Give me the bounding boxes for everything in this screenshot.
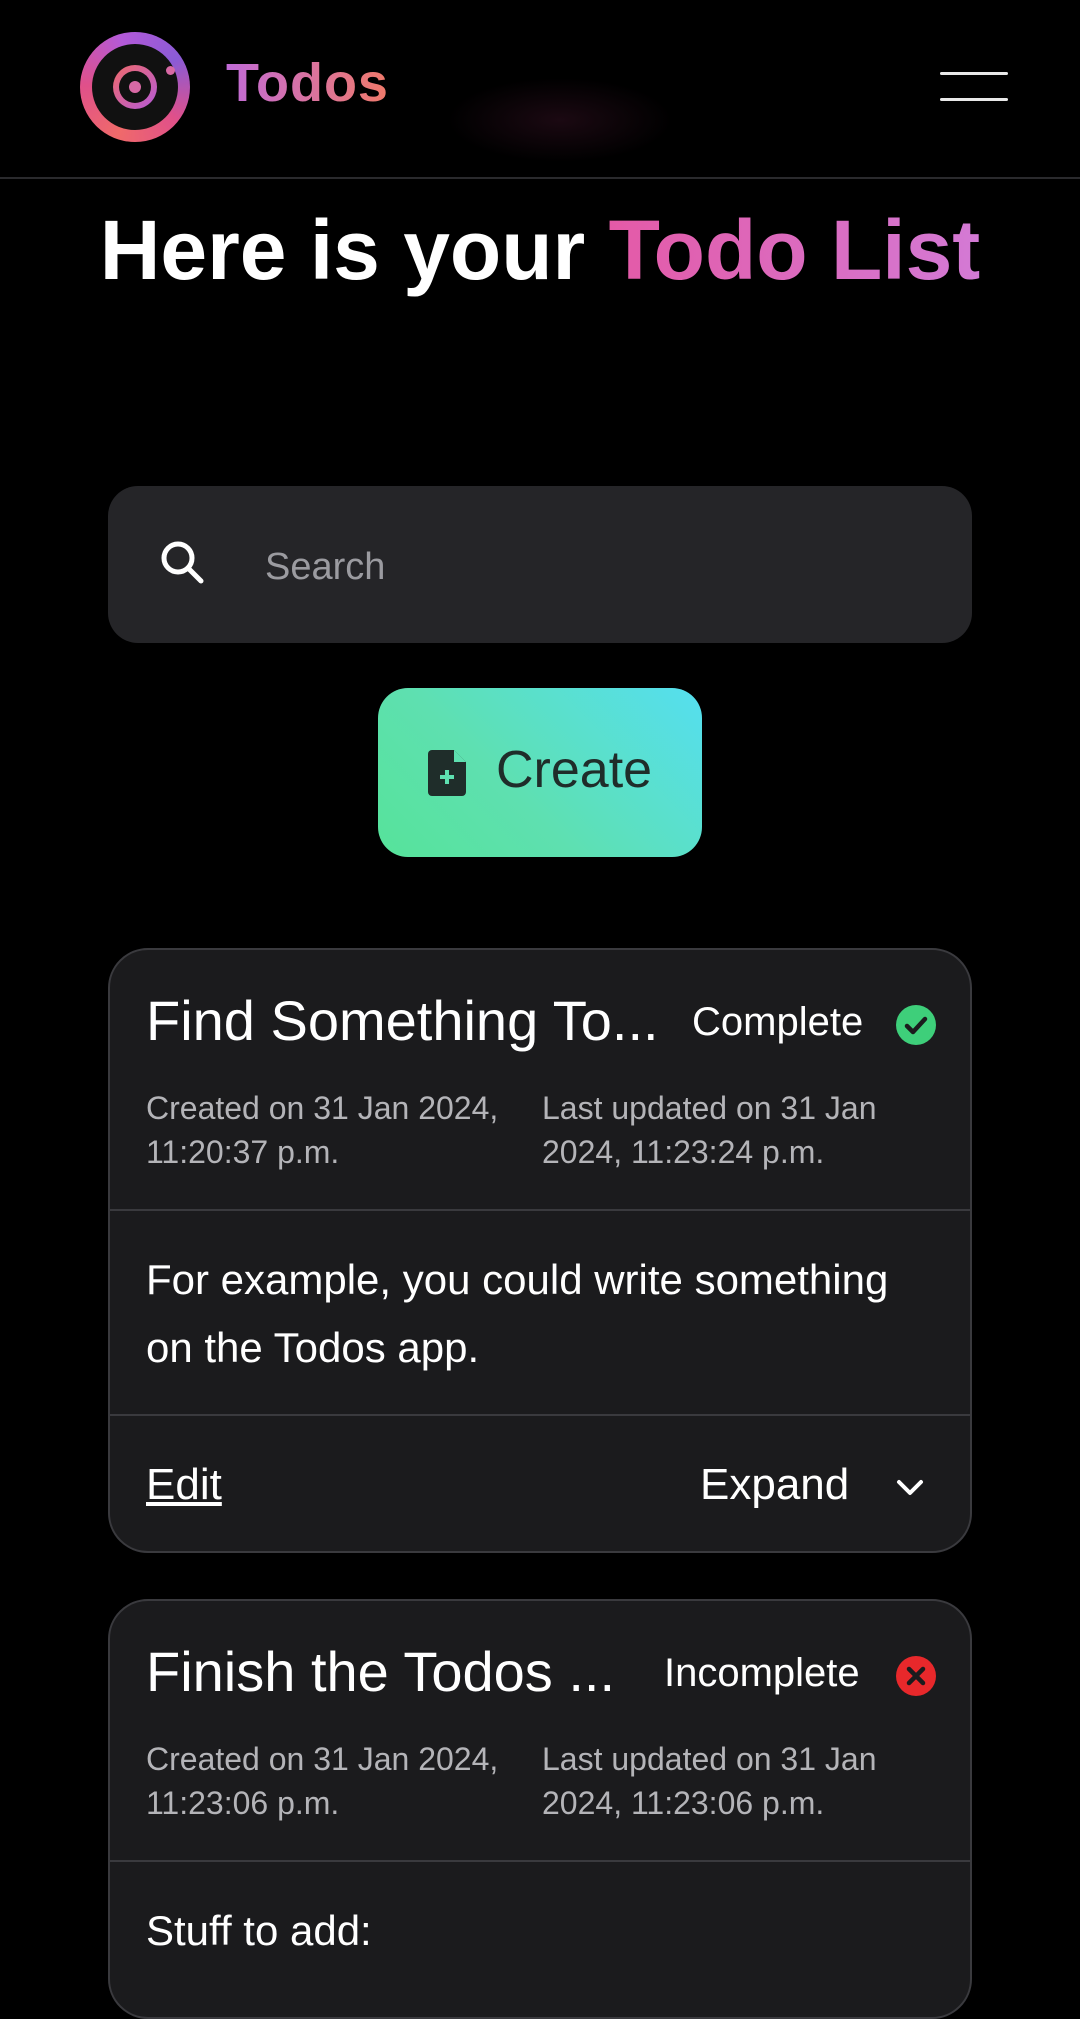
file-plus-icon: [428, 750, 466, 796]
search-icon: [161, 541, 204, 584]
page-title-text: Here is your: [99, 203, 609, 297]
chevron-down-icon[interactable]: [892, 1470, 928, 1506]
todo-description: For example, you could write something o…: [146, 1256, 889, 1371]
todo-status: Incomplete: [664, 1651, 860, 1695]
todo-card: Finish the Todos ... Incomplete Created …: [108, 1599, 972, 2019]
expand-button[interactable]: Expand: [700, 1460, 849, 1510]
hamburger-menu-icon[interactable]: [940, 66, 1012, 106]
create-button[interactable]: Create: [378, 688, 702, 857]
divider: [110, 1209, 970, 1211]
brand-name[interactable]: Todos: [226, 52, 389, 114]
expand-label: Expand: [700, 1460, 850, 1509]
todo-title[interactable]: Finish the Todos ...: [146, 1639, 615, 1704]
todo-updated: Last updated on 31 Jan 2024, 11:23:06 p.…: [542, 1741, 877, 1821]
todo-updated: Last updated on 31 Jan 2024, 11:23:24 p.…: [542, 1090, 877, 1170]
todo-created: Created on 31 Jan 2024, 11:20:37 p.m.: [146, 1090, 499, 1170]
todo-description: Stuff to add:: [146, 1907, 372, 1954]
create-button-label: Create: [496, 741, 653, 799]
todo-card: Find Something To... Complete Created on…: [108, 948, 972, 1553]
search-input[interactable]: [263, 526, 927, 608]
x-circle-icon: [896, 1656, 936, 1696]
todo-created: Created on 31 Jan 2024, 11:23:06 p.m.: [146, 1741, 499, 1821]
todo-status: Complete: [692, 1000, 864, 1044]
check-circle-icon: [896, 1005, 936, 1045]
app-header: Todos: [0, 0, 1080, 179]
todo-title[interactable]: Find Something To...: [146, 988, 659, 1053]
page-title-accent: Todo List: [608, 203, 981, 297]
search-bar[interactable]: [108, 486, 972, 643]
page-title: Here is your Todo List: [0, 198, 1080, 302]
divider: [110, 1860, 970, 1862]
app-logo-icon[interactable]: [80, 32, 190, 142]
divider: [110, 1414, 970, 1416]
edit-link[interactable]: Edit: [146, 1460, 222, 1510]
